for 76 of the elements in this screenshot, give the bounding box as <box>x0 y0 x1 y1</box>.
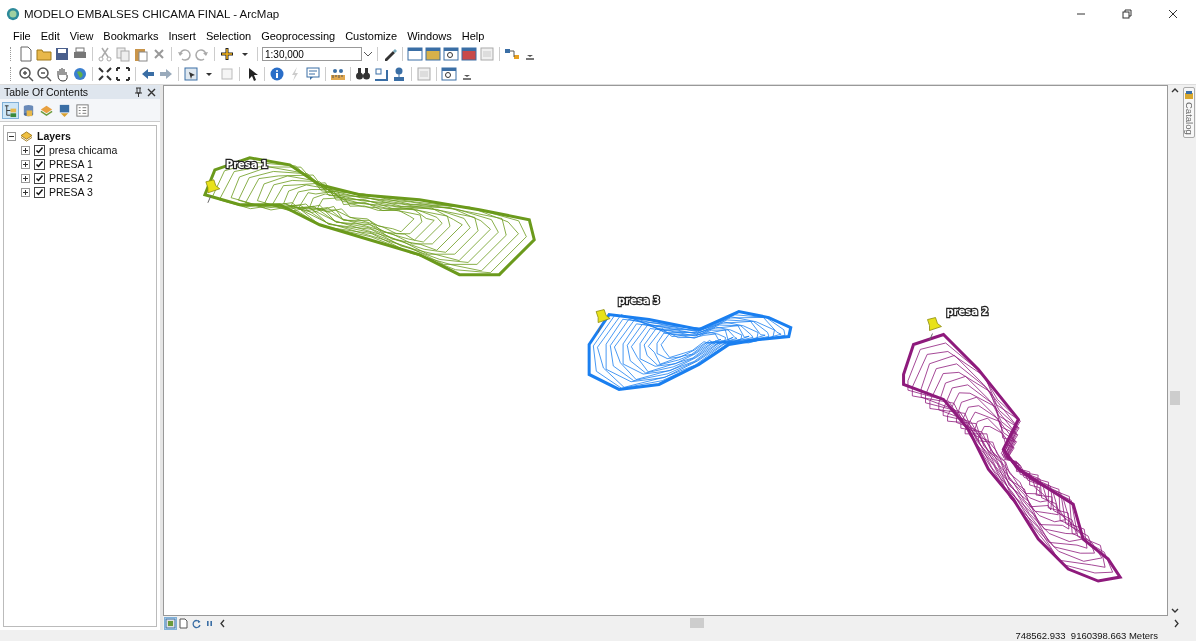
layer-label[interactable]: PRESA 3 <box>49 186 93 198</box>
menu-item[interactable]: Bookmarks <box>98 29 164 42</box>
fixed-zoom-out-icon[interactable] <box>115 66 131 82</box>
refresh-icon[interactable] <box>191 617 202 629</box>
scrollbar-thumb[interactable] <box>690 618 705 628</box>
pushpin-icon <box>205 179 221 204</box>
expand-toggle[interactable] <box>21 159 30 169</box>
selection-list-icon[interactable] <box>57 102 72 118</box>
coordinates-text: 748562.933 9160398.663 Meters <box>1015 630 1158 641</box>
menu-item[interactable]: Selection <box>200 29 257 42</box>
cabinet-icon <box>1184 90 1194 100</box>
globe-icon[interactable] <box>72 66 88 82</box>
checkbox[interactable] <box>34 172 45 184</box>
magnifier-window-icon[interactable] <box>443 46 459 62</box>
close-icon[interactable] <box>147 87 156 97</box>
binoculars-icon[interactable] <box>355 66 371 82</box>
database-icon[interactable] <box>21 102 36 118</box>
layer-label[interactable]: PRESA 2 <box>49 172 93 184</box>
menu-item[interactable]: Insert <box>163 29 201 42</box>
pin-icon[interactable] <box>134 87 143 97</box>
dropdown-caret-icon[interactable] <box>363 50 373 58</box>
expand-toggle[interactable] <box>21 145 30 155</box>
checkbox[interactable] <box>34 144 45 156</box>
route-icon[interactable] <box>373 66 389 82</box>
options-list-icon[interactable] <box>75 102 90 118</box>
layer-label[interactable]: presa chicama <box>49 144 118 156</box>
menu-item[interactable]: Customize <box>340 29 403 42</box>
collapse-toggle[interactable] <box>7 131 16 141</box>
scrollbar-thumb[interactable] <box>1170 391 1180 406</box>
zoom-out-icon[interactable] <box>36 66 52 82</box>
fixed-zoom-icon[interactable] <box>97 66 113 82</box>
model-icon[interactable] <box>504 46 520 62</box>
map-label: presa 3 <box>618 294 660 306</box>
clipboard-icon[interactable] <box>133 46 149 62</box>
restore-icon <box>1122 8 1132 19</box>
catalog-tab[interactable]: Catalog <box>1183 87 1195 138</box>
checkbox[interactable] <box>34 158 45 170</box>
menu-item[interactable]: Geoprocessing <box>256 29 341 42</box>
menu-item[interactable]: Edit <box>35 29 65 42</box>
left-arrow-icon[interactable] <box>140 66 156 82</box>
ruler-icon[interactable] <box>330 66 346 82</box>
data-view-icon[interactable] <box>165 617 176 629</box>
expand-toggle[interactable] <box>21 187 30 197</box>
menu-item[interactable]: Help <box>456 29 490 42</box>
layers-icon <box>20 130 33 142</box>
checkbox[interactable] <box>34 186 45 198</box>
table-window-icon[interactable] <box>461 46 477 62</box>
pencil-icon[interactable] <box>382 46 398 62</box>
hand-icon[interactable] <box>54 66 70 82</box>
info-icon[interactable] <box>269 66 285 82</box>
map-label: presa 2 <box>946 305 989 317</box>
menu-item[interactable]: View <box>64 29 99 42</box>
pushpin-icon <box>595 309 611 334</box>
xy-pin-icon[interactable] <box>391 66 407 82</box>
layer-label[interactable]: PRESA 1 <box>49 158 93 170</box>
new-document-icon[interactable] <box>18 46 34 62</box>
list-by-drawing-order-icon[interactable] <box>3 102 18 118</box>
layout-view-icon[interactable] <box>178 617 189 629</box>
menu-item[interactable]: File <box>8 29 36 42</box>
scale-field[interactable]: 1:30,000 <box>262 47 362 61</box>
expand-toggle[interactable] <box>21 173 30 183</box>
menu-item[interactable]: Windows <box>402 29 457 42</box>
map-window-icon[interactable] <box>425 46 441 62</box>
zoom-in-icon[interactable] <box>18 66 34 82</box>
pushpin-icon <box>927 317 942 341</box>
window-icon[interactable] <box>407 46 423 62</box>
plus-icon[interactable] <box>219 46 235 62</box>
window-title: MODELO EMBALSES CHICAMA FINAL - ArcMap <box>24 7 281 20</box>
speech-bubble-icon[interactable] <box>305 66 321 82</box>
magnifier-window-icon[interactable] <box>441 66 457 82</box>
globe-icon <box>6 6 20 21</box>
close-icon <box>1168 8 1178 19</box>
select-features-icon[interactable] <box>183 66 199 82</box>
save-icon[interactable] <box>54 46 70 62</box>
panel-title: Table Of Contents <box>4 86 90 98</box>
layer-group-label[interactable]: Layers <box>37 130 71 142</box>
